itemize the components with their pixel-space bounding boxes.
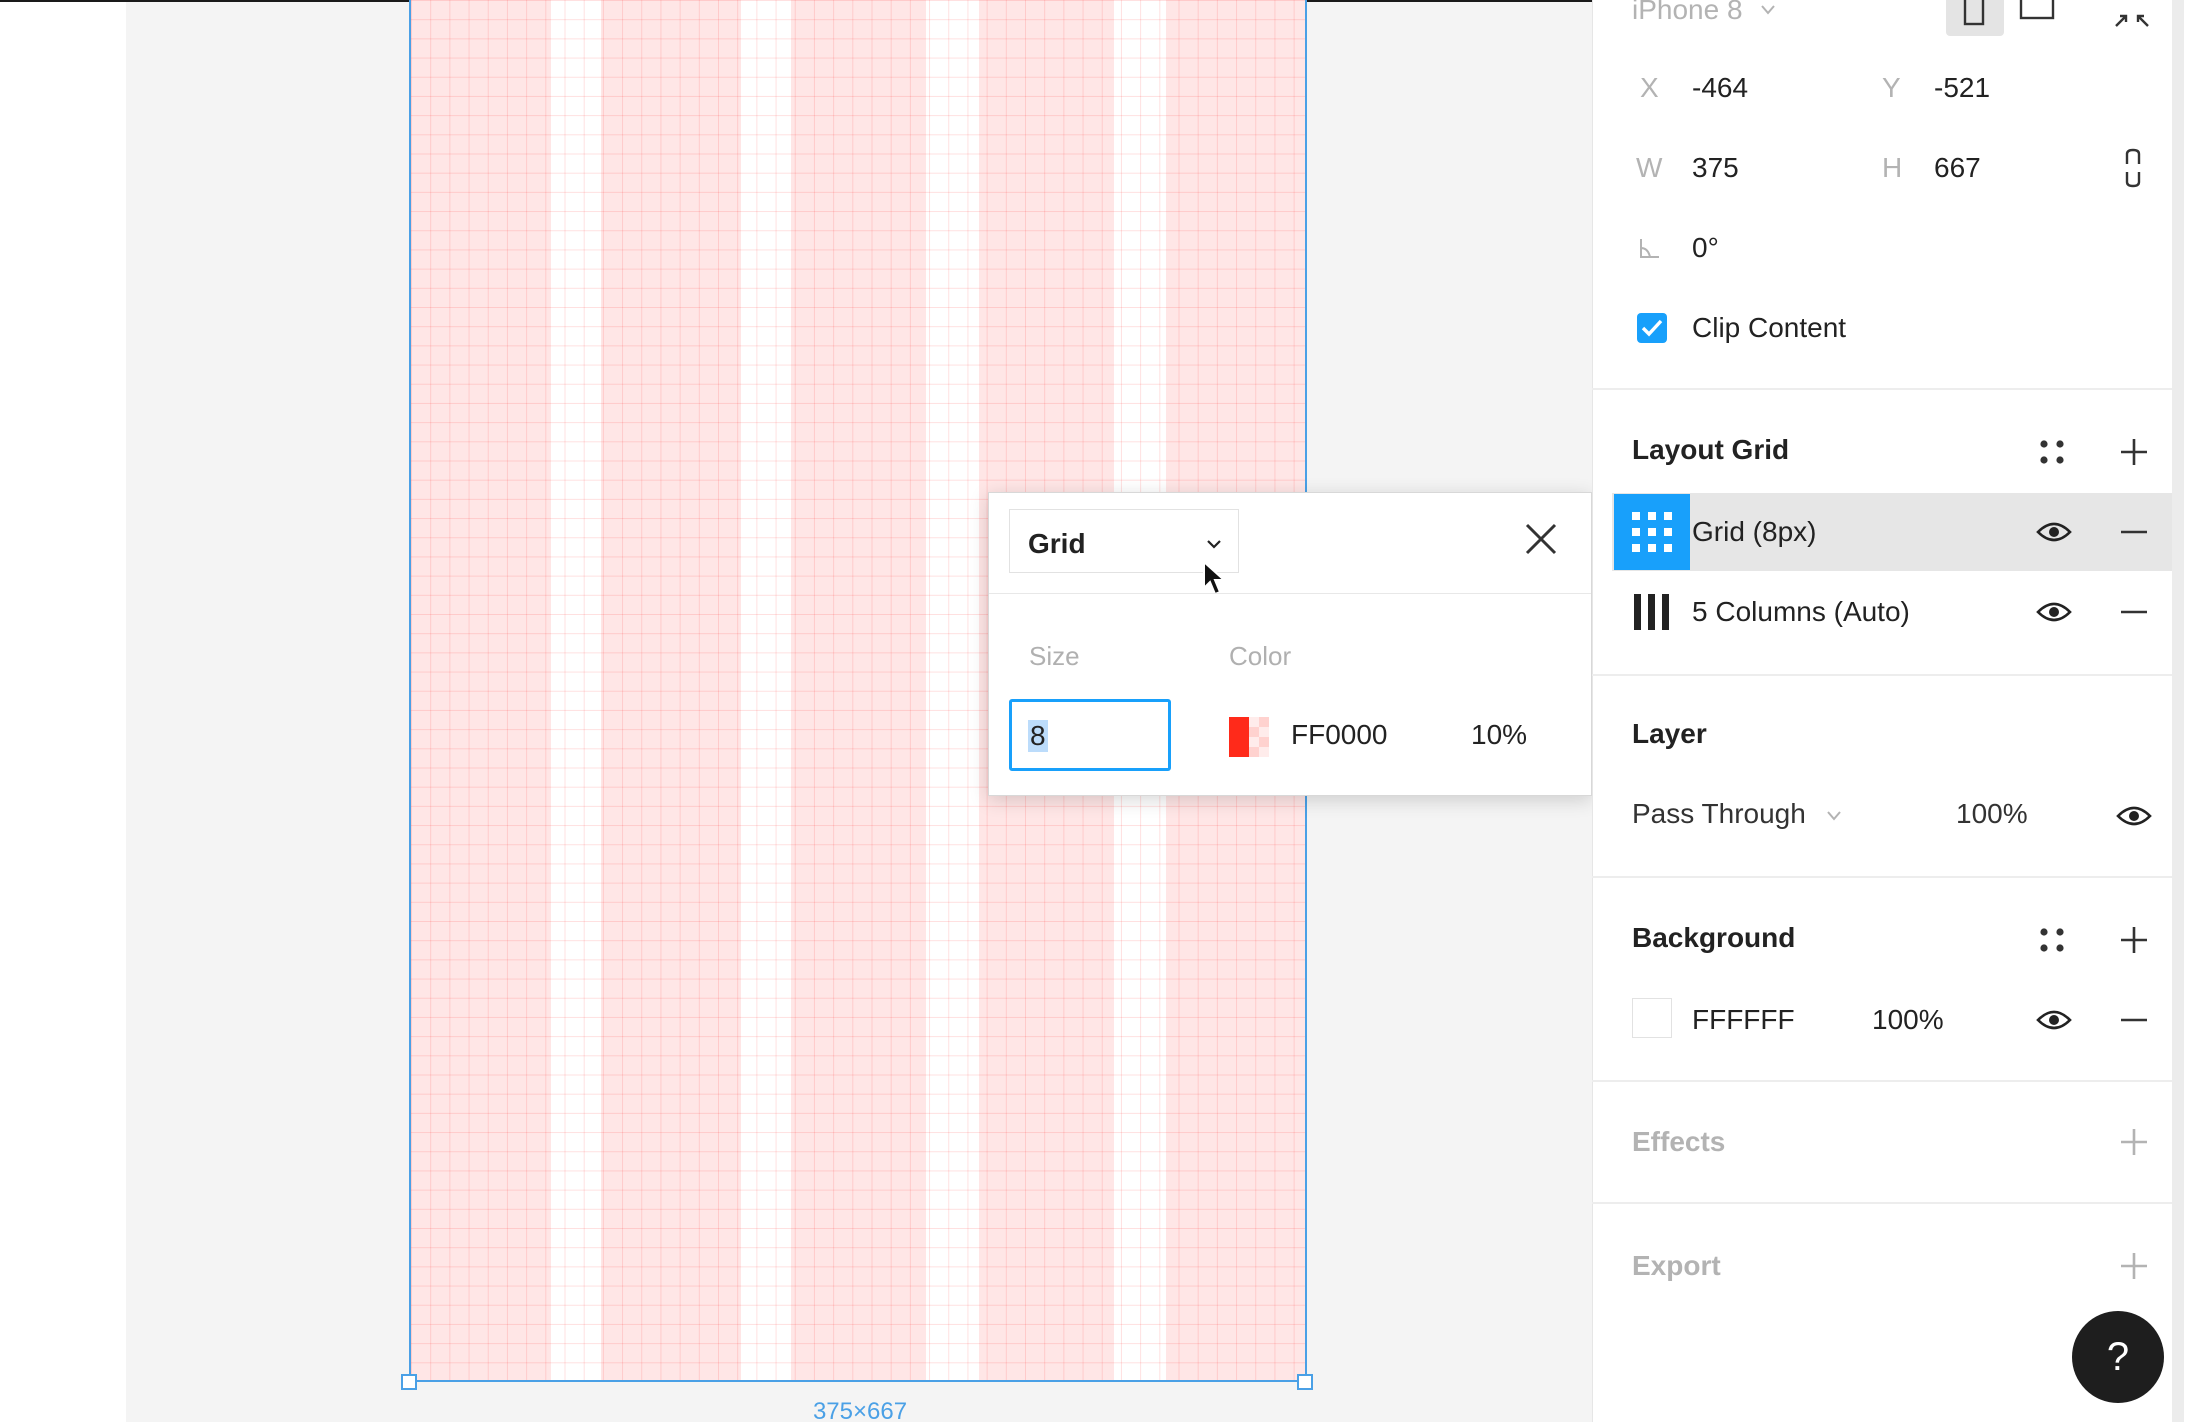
close-icon[interactable] xyxy=(1519,517,1563,561)
add-export-icon[interactable] xyxy=(2118,1250,2150,1282)
columns-icon[interactable] xyxy=(1632,592,1672,632)
w-label: W xyxy=(1636,152,1663,183)
background-opacity[interactable]: 100% xyxy=(1872,1004,1944,1036)
size-heading: Size xyxy=(1029,641,1080,671)
section-divider xyxy=(1592,674,2172,676)
eye-icon[interactable] xyxy=(2036,600,2072,624)
effects-heading: Effects xyxy=(1632,1126,1726,1157)
resize-handle-bottom-right[interactable] xyxy=(1297,1374,1313,1390)
styles-icon[interactable] xyxy=(2038,926,2066,954)
y-input[interactable]: -521 xyxy=(1934,72,1990,104)
background-color-swatch[interactable] xyxy=(1632,998,1672,1038)
h-input[interactable]: 667 xyxy=(1934,152,1981,184)
layout-grid-item-label[interactable]: 5 Columns (Auto) xyxy=(1692,596,1910,628)
chevron-down-icon xyxy=(1207,540,1221,549)
grid-type-label: Grid xyxy=(1028,528,1086,559)
grid-color-opacity[interactable]: 10% xyxy=(1471,719,1527,751)
w-input[interactable]: 375 xyxy=(1692,152,1739,184)
resize-handle-bottom-left[interactable] xyxy=(401,1374,417,1390)
constrain-proportions-icon[interactable] xyxy=(2124,148,2142,188)
eye-icon[interactable] xyxy=(2036,520,2072,544)
layout-grid-item-label: Grid (8px) xyxy=(1692,516,1817,547)
device-select-label[interactable]: iPhone 8 xyxy=(1632,0,1743,26)
layout-grid-heading: Layout Grid xyxy=(1632,434,1790,465)
resize-to-fit-icon[interactable] xyxy=(2112,4,2152,30)
grid-size-input[interactable]: 8 xyxy=(1009,699,1171,771)
grid-color-hex[interactable]: FF0000 xyxy=(1291,719,1388,751)
properties-panel xyxy=(1592,0,2186,1422)
clip-content-label: Clip Content xyxy=(1692,312,1847,343)
remove-background-icon[interactable] xyxy=(2118,1004,2150,1036)
color-swatch[interactable] xyxy=(1229,717,1269,757)
clip-content-checkbox[interactable] xyxy=(1636,312,1668,344)
color-heading: Color xyxy=(1229,641,1292,671)
chevron-down-icon xyxy=(1827,811,1841,821)
add-layout-grid-icon[interactable] xyxy=(2118,436,2150,468)
section-divider xyxy=(1592,388,2172,390)
remove-grid-icon[interactable] xyxy=(2118,516,2150,548)
y-label: Y xyxy=(1882,72,1901,103)
add-background-icon[interactable] xyxy=(2118,924,2150,956)
eye-icon[interactable] xyxy=(2116,804,2152,828)
section-divider xyxy=(1592,876,2172,878)
section-divider xyxy=(1592,1202,2172,1204)
portrait-icon[interactable] xyxy=(1962,0,1986,28)
background-hex[interactable]: FFFFFF xyxy=(1692,1004,1795,1036)
grid-settings-popover: Grid Size Color 8 FF0000 10% xyxy=(988,492,1592,796)
blend-mode-select[interactable]: Pass Through xyxy=(1632,798,1806,830)
popover-divider xyxy=(989,593,1591,594)
layer-heading: Layer xyxy=(1632,718,1707,749)
help-button[interactable]: ? xyxy=(2072,1311,2164,1403)
background-heading: Background xyxy=(1632,922,1796,953)
chevron-down-icon xyxy=(1761,5,1775,15)
remove-grid-icon[interactable] xyxy=(2118,596,2150,628)
panel-scrollbar[interactable] xyxy=(2172,0,2184,1422)
grid-icon[interactable] xyxy=(1630,510,1674,554)
rotation-input[interactable]: 0° xyxy=(1692,232,1719,264)
left-toolbar-strip xyxy=(0,0,126,1422)
eye-icon[interactable] xyxy=(2036,1008,2072,1032)
x-label: X xyxy=(1640,72,1659,103)
landscape-icon[interactable] xyxy=(2018,0,2056,22)
styles-icon[interactable] xyxy=(2038,438,2066,466)
x-input[interactable]: -464 xyxy=(1692,72,1748,104)
layer-opacity-input[interactable]: 100% xyxy=(1956,798,2028,830)
rotation-icon xyxy=(1640,239,1659,258)
export-heading: Export xyxy=(1632,1250,1721,1281)
add-effect-icon[interactable] xyxy=(2118,1126,2150,1158)
h-label: H xyxy=(1882,152,1903,183)
grid-size-value: 8 xyxy=(1028,720,1048,752)
grid-type-select[interactable]: Grid xyxy=(1009,509,1239,596)
section-divider xyxy=(1592,1080,2172,1082)
